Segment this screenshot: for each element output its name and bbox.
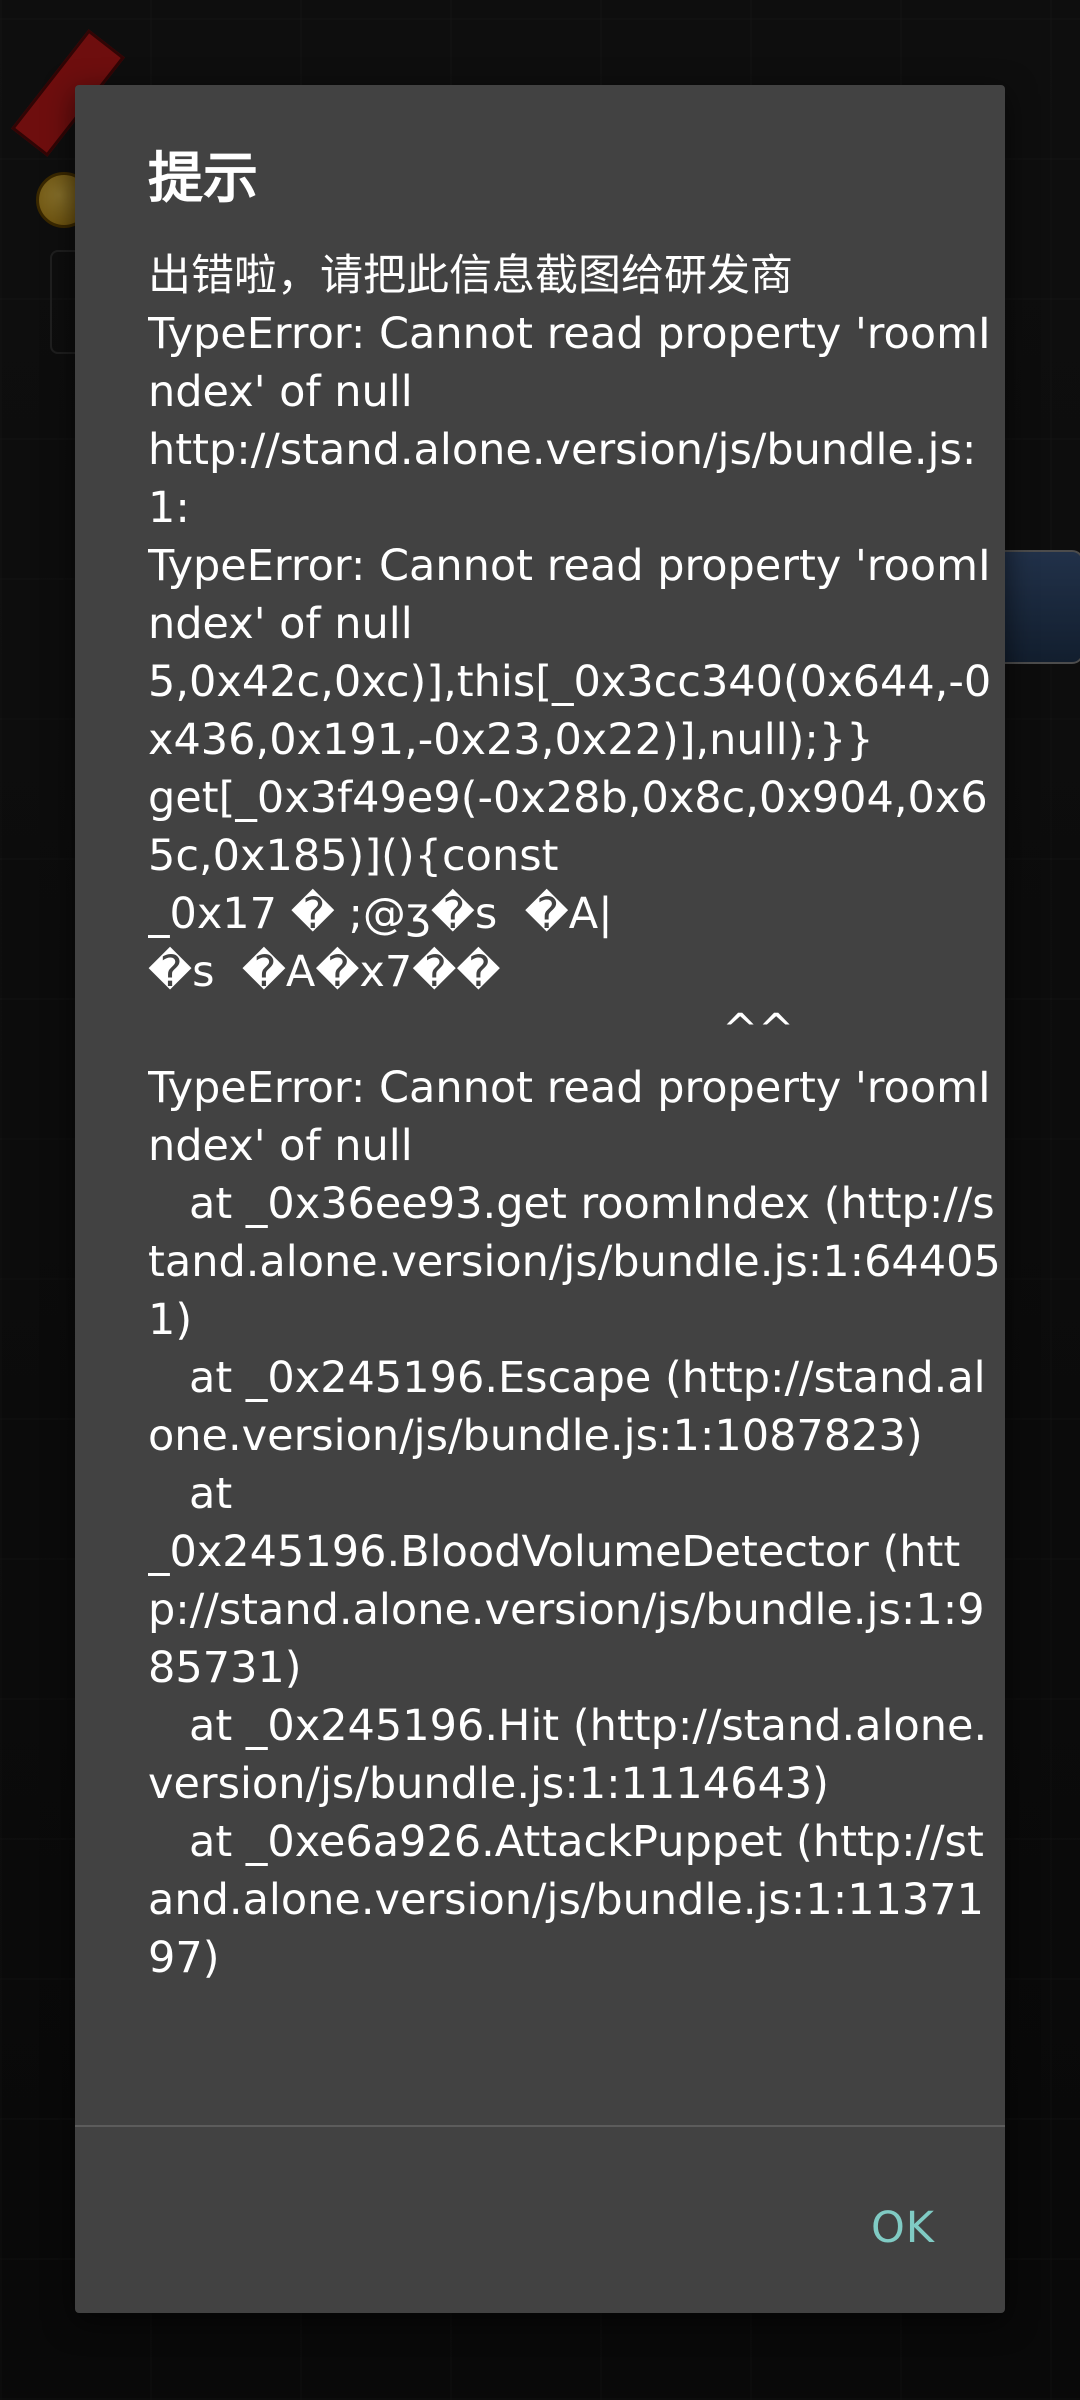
dialog-divider (75, 2125, 1005, 2127)
ok-button[interactable]: OK (871, 2203, 935, 2253)
dialog-message[interactable]: 出错啦，请把此信息截图给研发商 TypeError: Cannot read p… (148, 247, 1005, 2207)
dialog-title: 提示 (148, 146, 259, 210)
error-dialog: 提示 出错啦，请把此信息截图给研发商 TypeError: Cannot rea… (75, 85, 1005, 2313)
